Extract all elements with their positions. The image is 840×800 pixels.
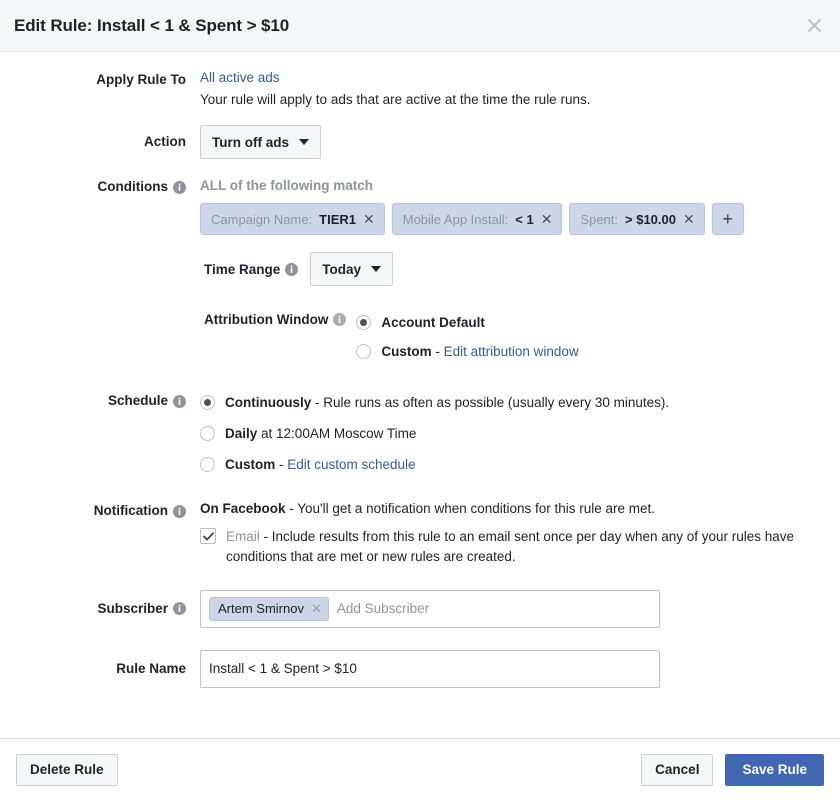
conditions-match-text: ALL of the following match <box>200 178 840 193</box>
rule-name-field: Install < 1 & Spent > $10 <box>196 650 840 688</box>
delete-rule-button[interactable]: Delete Rule <box>16 754 118 786</box>
notification-field: On Facebook - You'll get a notification … <box>196 501 840 567</box>
attribution-window-options: Account Default Custom - Edit attributio… <box>356 306 578 366</box>
notification-email-row[interactable]: Email - Include results from this rule t… <box>200 527 840 567</box>
condition-tag-key: Spent: <box>580 212 618 227</box>
add-condition-button[interactable]: + <box>712 203 744 235</box>
remove-icon[interactable]: ✕ <box>363 212 375 226</box>
apply-rule-to-description: Your rule will apply to ads that are act… <box>200 92 840 107</box>
rule-name-row: Rule Name Install < 1 & Spent > $10 <box>0 650 840 688</box>
info-icon[interactable] <box>173 505 186 518</box>
info-icon[interactable] <box>333 313 346 326</box>
attribution-window-row: Attribution Window Account Default <box>0 306 840 366</box>
edit-custom-schedule-link[interactable]: Edit custom schedule <box>287 457 415 472</box>
condition-tag-key: Campaign Name: <box>211 212 312 227</box>
attribution-option-label: Custom - Edit attribution window <box>381 344 578 359</box>
action-dropdown[interactable]: Turn off ads <box>200 125 321 159</box>
rule-name-value: Install < 1 & Spent > $10 <box>209 661 357 676</box>
schedule-option-label: Daily at 12:00AM Moscow Time <box>225 426 416 441</box>
schedule-options: Continuously - Rule runs as often as pos… <box>196 387 840 480</box>
conditions-row: Conditions ALL of the following match Ca… <box>0 178 840 235</box>
notification-email-text: Email - Include results from this rule t… <box>226 527 840 567</box>
remove-icon[interactable]: ✕ <box>683 212 695 226</box>
radio-icon[interactable] <box>200 426 215 441</box>
chevron-down-icon <box>371 266 381 272</box>
time-range-value: Today <box>322 262 361 277</box>
notification-label: Notification <box>0 501 196 521</box>
condition-tag-value: TIER1 <box>319 212 356 227</box>
action-dropdown-value: Turn off ads <box>212 135 289 150</box>
apply-rule-to-field: All active ads Your rule will apply to a… <box>196 70 840 107</box>
action-row: Action Turn off ads <box>0 125 840 159</box>
subscriber-placeholder: Add Subscriber <box>337 601 429 616</box>
subscriber-row: Subscriber Artem Smirnov ✕ Add Subscribe… <box>0 590 840 628</box>
attribution-option-account-default[interactable]: Account Default <box>356 308 578 337</box>
time-range-row: Time Range Today <box>0 252 840 286</box>
radio-icon[interactable] <box>356 344 371 359</box>
condition-tag-list: Campaign Name: TIER1 ✕ Mobile App Instal… <box>200 203 840 235</box>
time-range-dropdown[interactable]: Today <box>310 252 393 286</box>
remove-icon[interactable]: ✕ <box>311 602 322 615</box>
dialog-footer: Delete Rule Cancel Save Rule <box>0 738 840 800</box>
close-icon[interactable] <box>802 14 826 38</box>
attribution-option-label: Account Default <box>381 315 485 330</box>
subscriber-pill[interactable]: Artem Smirnov ✕ <box>209 597 329 621</box>
condition-tag-value: > $10.00 <box>625 212 676 227</box>
condition-tag[interactable]: Spent: > $10.00 ✕ <box>569 203 704 235</box>
schedule-option-continuously[interactable]: Continuously - Rule runs as often as pos… <box>200 387 840 418</box>
notification-facebook-line: On Facebook - You'll get a notification … <box>200 501 840 516</box>
subscriber-label: Subscriber <box>0 590 196 628</box>
radio-icon[interactable] <box>200 457 215 472</box>
radio-icon[interactable] <box>356 315 371 330</box>
subscriber-field: Artem Smirnov ✕ Add Subscriber <box>196 590 840 628</box>
rule-name-input[interactable]: Install < 1 & Spent > $10 <box>200 650 660 688</box>
info-icon[interactable] <box>173 395 186 408</box>
dialog-body: Apply Rule To All active ads Your rule w… <box>0 52 840 738</box>
attribution-window-label: Attribution Window <box>204 306 346 327</box>
rule-name-label: Rule Name <box>0 650 196 688</box>
condition-tag-value: < 1 <box>515 212 533 227</box>
schedule-option-custom[interactable]: Custom - Edit custom schedule <box>200 449 840 480</box>
save-rule-button[interactable]: Save Rule <box>725 754 824 786</box>
subscriber-pill-name: Artem Smirnov <box>218 601 304 616</box>
action-label: Action <box>0 125 196 159</box>
attribution-option-custom[interactable]: Custom - Edit attribution window <box>356 337 578 366</box>
schedule-option-daily[interactable]: Daily at 12:00AM Moscow Time <box>200 418 840 449</box>
apply-rule-to-label: Apply Rule To <box>0 70 196 89</box>
conditions-label: Conditions <box>0 178 196 196</box>
schedule-option-label: Custom - Edit custom schedule <box>225 457 416 472</box>
apply-rule-to-link[interactable]: All active ads <box>200 70 280 85</box>
remove-icon[interactable]: ✕ <box>541 212 553 226</box>
cancel-button[interactable]: Cancel <box>641 754 713 786</box>
condition-tag-key: Mobile App Install: <box>403 212 509 227</box>
chevron-down-icon <box>299 139 309 145</box>
schedule-label: Schedule <box>0 387 196 415</box>
time-range-label: Time Range <box>204 253 298 285</box>
footer-actions: Cancel Save Rule <box>641 754 824 786</box>
edit-rule-dialog: Edit Rule: Install < 1 & Spent > $10 App… <box>0 0 840 800</box>
dialog-titlebar: Edit Rule: Install < 1 & Spent > $10 <box>0 0 840 52</box>
action-field: Turn off ads <box>196 125 840 159</box>
schedule-option-label: Continuously - Rule runs as often as pos… <box>225 395 669 410</box>
info-icon[interactable] <box>173 602 186 615</box>
info-icon[interactable] <box>285 263 298 276</box>
condition-tag[interactable]: Mobile App Install: < 1 ✕ <box>392 203 563 235</box>
radio-icon[interactable] <box>200 395 215 410</box>
condition-tag[interactable]: Campaign Name: TIER1 ✕ <box>200 203 385 235</box>
dialog-title: Edit Rule: Install < 1 & Spent > $10 <box>14 16 289 36</box>
notification-row: Notification On Facebook - You'll get a … <box>0 501 840 567</box>
email-checkbox[interactable] <box>200 528 216 544</box>
info-icon[interactable] <box>173 181 186 194</box>
schedule-row: Schedule Continuously - Rule runs as oft… <box>0 387 840 480</box>
conditions-field: ALL of the following match Campaign Name… <box>196 178 840 235</box>
edit-attribution-window-link[interactable]: Edit attribution window <box>444 344 579 359</box>
subscriber-input[interactable]: Artem Smirnov ✕ Add Subscriber <box>200 590 660 628</box>
apply-rule-to-row: Apply Rule To All active ads Your rule w… <box>0 70 840 107</box>
